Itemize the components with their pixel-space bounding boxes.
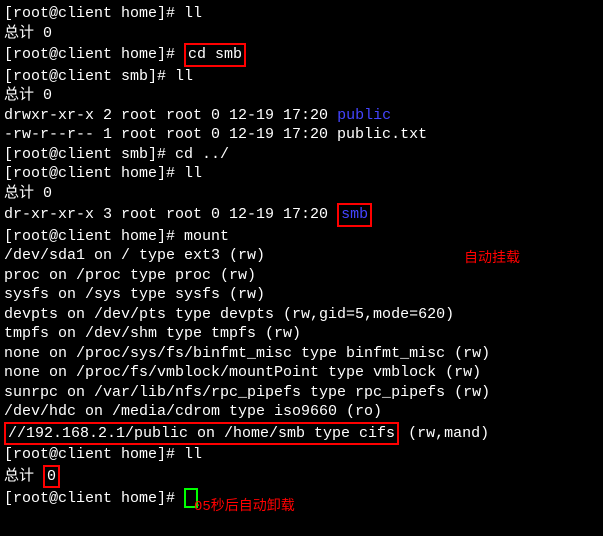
listing-line: drwxr-xr-x 2 root root 0 12-19 17:20 pub… (4, 106, 599, 126)
prompt-line: [root@client home]# ll (4, 4, 599, 24)
output-line: /dev/hdc on /media/cdrom type iso9660 (r… (4, 402, 599, 422)
command: ll (175, 68, 193, 85)
output-line: proc on /proc type proc (rw) (4, 266, 599, 286)
highlight-smb-dir: smb (337, 203, 372, 227)
total-label: 总计 (4, 468, 43, 485)
output-line: devpts on /dev/pts type devpts (rw,gid=5… (4, 305, 599, 325)
highlight-cd-smb: cd smb (184, 43, 246, 67)
annotation-automount: 自动挂载 (464, 250, 520, 268)
command: mount (184, 228, 229, 245)
prompt: [root@client home]# (4, 228, 184, 245)
terminal-output: [root@client home]# ll 总计 0 [root@client… (4, 4, 599, 508)
perms: drwxr-xr-x 2 root root 0 12-19 17:20 (4, 107, 337, 124)
prompt: [root@client home]# (4, 46, 184, 63)
listing-line: -rw-r--r-- 1 root root 0 12-19 17:20 pub… (4, 125, 599, 145)
output-line: tmpfs on /dev/shm type tmpfs (rw) (4, 324, 599, 344)
prompt: [root@client home]# (4, 446, 184, 463)
prompt: [root@client smb]# (4, 146, 175, 163)
command: ll (184, 446, 202, 463)
prompt: [root@client smb]# (4, 68, 175, 85)
prompt-line: [root@client home]# ll (4, 164, 599, 184)
prompt-line: [root@client home]# cd smb (4, 43, 599, 67)
prompt: [root@client home]# (4, 5, 184, 22)
dir-name: public (337, 107, 391, 124)
output-line: 总计 0 (4, 24, 599, 44)
output-line: //192.168.2.1/public on /home/smb type c… (4, 422, 599, 446)
prompt-line: [root@client smb]# cd ../ (4, 145, 599, 165)
prompt: [root@client home]# (4, 165, 184, 182)
listing-line: dr-xr-xr-x 3 root root 0 12-19 17:20 smb (4, 203, 599, 227)
command: cd ../ (175, 146, 229, 163)
prompt-line: [root@client smb]# ll (4, 67, 599, 87)
annotation-autounmount: 05秒后自动卸载 (194, 498, 295, 516)
prompt: [root@client home]# (4, 490, 184, 507)
perms: dr-xr-xr-x 3 root root 0 12-19 17:20 (4, 206, 337, 223)
output-line: 总计 0 (4, 465, 599, 489)
highlight-cifs-mount: //192.168.2.1/public on /home/smb type c… (4, 422, 399, 446)
prompt-line: [root@client home]# (4, 488, 599, 508)
highlight-zero: 0 (43, 465, 60, 489)
prompt-line: [root@client home]# mount (4, 227, 599, 247)
mount-rest: (rw,mand) (399, 425, 489, 442)
output-line: sunrpc on /var/lib/nfs/rpc_pipefs type r… (4, 383, 599, 403)
output-line: sysfs on /sys type sysfs (rw) (4, 285, 599, 305)
output-line: 总计 0 (4, 86, 599, 106)
output-line: 总计 0 (4, 184, 599, 204)
output-line: none on /proc/sys/fs/binfmt_misc type bi… (4, 344, 599, 364)
command: ll (184, 5, 202, 22)
output-line: none on /proc/fs/vmblock/mountPoint type… (4, 363, 599, 383)
command: ll (184, 165, 202, 182)
prompt-line: [root@client home]# ll (4, 445, 599, 465)
